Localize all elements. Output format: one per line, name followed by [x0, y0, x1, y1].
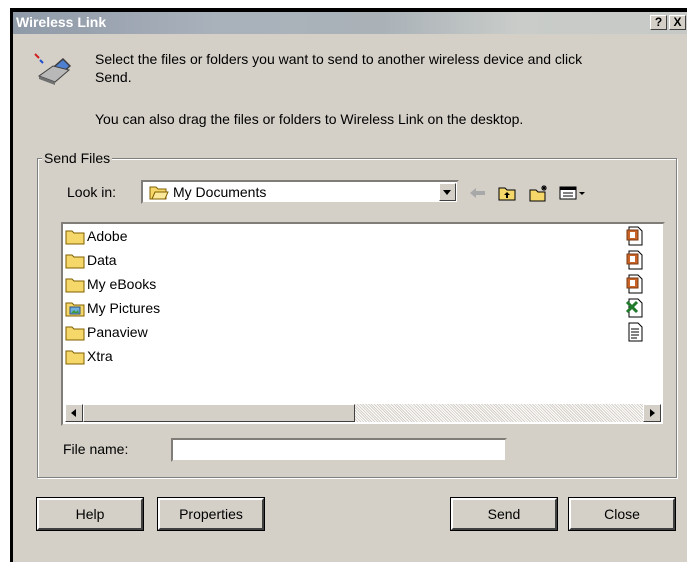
- look-in-value: My Documents: [173, 184, 267, 200]
- folder-icon: [65, 230, 85, 245]
- window-title: Wireless Link: [16, 14, 107, 30]
- pictures-folder-icon: [65, 302, 85, 317]
- list-item[interactable]: Adobe: [65, 226, 325, 250]
- close-title-button[interactable]: X: [669, 15, 686, 30]
- help-button[interactable]: Help: [36, 497, 144, 531]
- wireless-link-dialog: Wireless Link ? X Select the files or fo…: [13, 12, 687, 562]
- look-in-dropdown[interactable]: My Documents: [141, 180, 459, 204]
- send-button[interactable]: Send: [450, 497, 558, 531]
- folder-icon: [65, 278, 85, 293]
- scroll-thumb[interactable]: [83, 404, 355, 422]
- folder-icon: [65, 326, 85, 341]
- open-folder-icon: [149, 186, 169, 200]
- properties-button[interactable]: Properties: [157, 497, 265, 531]
- list-item-label: Adobe: [87, 228, 128, 244]
- back-arrow-icon[interactable]: [467, 184, 487, 202]
- list-item-label: Data: [87, 252, 117, 268]
- arrow-right-icon: [650, 409, 655, 417]
- list-item[interactable]: My Pictures: [65, 298, 325, 322]
- list-item-label: My Pictures: [87, 300, 161, 316]
- file-name-label: File name:: [63, 441, 129, 457]
- intro-line-3: You can also drag the files or folders t…: [95, 111, 524, 127]
- file-name-field[interactable]: [171, 438, 507, 462]
- up-folder-icon[interactable]: [497, 184, 517, 202]
- list-item[interactable]: Xtra: [65, 346, 325, 370]
- intro-line-1: Select the files or folders you want to …: [95, 51, 583, 67]
- powerpoint-file-icon[interactable]: [625, 226, 645, 246]
- text-file-icon[interactable]: [625, 322, 645, 342]
- folder-icon: [65, 254, 85, 269]
- list-item[interactable]: Panaview: [65, 322, 325, 346]
- wireless-laptop-icon: [34, 53, 71, 85]
- list-item-label: My eBooks: [87, 276, 157, 292]
- look-in-label: Look in:: [67, 184, 117, 200]
- list-item-label: Xtra: [87, 348, 113, 364]
- dropdown-button[interactable]: [439, 183, 456, 201]
- list-item-label: Panaview: [87, 324, 148, 340]
- title-bar[interactable]: Wireless Link ? X: [13, 12, 687, 34]
- powerpoint-file-icon[interactable]: [625, 274, 645, 294]
- list-item[interactable]: Data: [65, 250, 325, 274]
- scroll-right-button[interactable]: [643, 404, 661, 422]
- list-item[interactable]: My eBooks: [65, 274, 325, 298]
- scroll-left-button[interactable]: [65, 404, 83, 422]
- view-menu-icon[interactable]: [559, 184, 589, 202]
- powerpoint-file-icon[interactable]: [625, 250, 645, 270]
- folder-icon: [65, 350, 85, 365]
- excel-file-icon[interactable]: [625, 298, 645, 318]
- intro-line-2: Send.: [95, 69, 132, 85]
- send-files-legend: Send Files: [42, 150, 113, 166]
- close-button[interactable]: Close: [568, 497, 676, 531]
- horizontal-scrollbar[interactable]: [65, 404, 661, 422]
- file-list[interactable]: Adobe Data My eBooks My Pictures Panavie…: [61, 222, 665, 426]
- chevron-down-icon: [443, 190, 451, 195]
- new-folder-icon[interactable]: [529, 184, 549, 202]
- arrow-left-icon: [71, 409, 76, 417]
- help-title-button[interactable]: ?: [650, 15, 667, 30]
